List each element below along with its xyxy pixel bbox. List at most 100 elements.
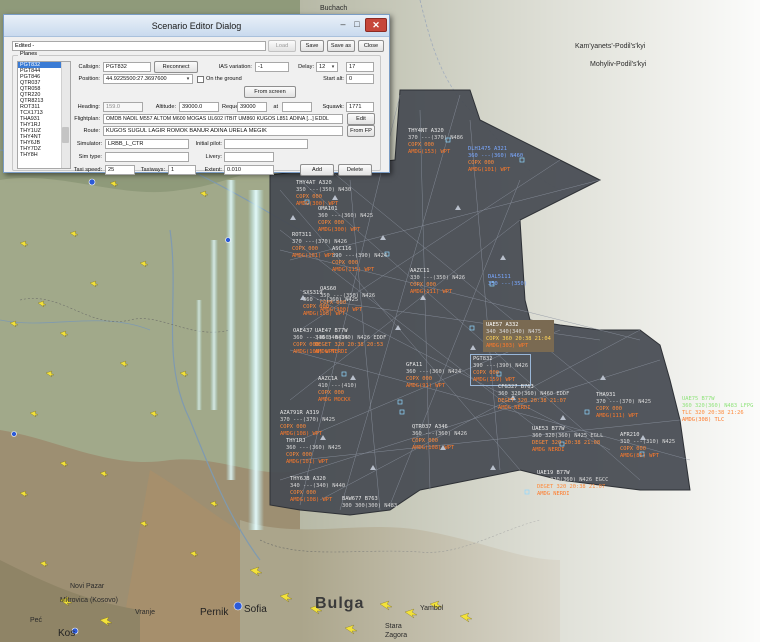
squawk-input[interactable]: 1771 — [346, 102, 374, 112]
sim-type-input[interactable] — [105, 152, 189, 162]
simulator-label: Simulator: — [76, 141, 102, 147]
radar-tag-line: ROT311 — [292, 232, 312, 238]
close-icon[interactable]: ✕ — [365, 18, 387, 32]
radar-tag-t14[interactable]: UAE53 B77W 360 320(360) N425 EGLL DEGET 32… — [532, 426, 603, 454]
radar-tag-sel[interactable]: UAE57 A332 340 340(340) N475 COPX 360 20:3… — [483, 320, 554, 352]
radar-tag-line: AMDG(108) WPT — [303, 311, 346, 317]
radar-tag-t7[interactable]: PGT832 390 ---(390) N426 COPX 000 AMDG(159)… — [470, 354, 532, 386]
city-label-novi-pazar: Novi Pazar — [70, 583, 105, 590]
maximize-icon[interactable]: □ — [351, 18, 363, 32]
save-as-button[interactable]: Save as — [327, 40, 355, 52]
city-label-kosovo: Mitrovica (Kosovo) — [60, 597, 118, 604]
title-bar[interactable]: Scenario Editor Dialog – □ ✕ — [4, 15, 389, 37]
radar-tag-line: PGT832 — [473, 356, 493, 362]
at-label: at — [273, 104, 278, 110]
livery-input[interactable] — [224, 152, 274, 162]
from-fp-button[interactable]: From FP — [347, 125, 375, 137]
radar-tag-t22[interactable]: SXS319 360 ---(360) N425 COPX 000 AMDG(108)… — [303, 290, 358, 318]
radar-tag-t20[interactable]: OAE437 360 ---(360) N425 COPX 000 AMDG(108)… — [293, 328, 348, 356]
radar-tag-line: THY1RJ — [286, 438, 306, 444]
radar-tag-line: COPX 000 — [293, 342, 319, 348]
reconnect-button[interactable]: Reconnect — [154, 61, 198, 73]
plane-list-scroll-thumb[interactable] — [62, 127, 69, 143]
radar-tag-line: 370 ---(370) N425 — [596, 399, 652, 405]
radar-tag-line: DAL5111 — [488, 274, 511, 280]
city-label-pernik: Pernik — [200, 607, 229, 618]
radar-tag-line: 370 ---(370) N486 — [408, 135, 464, 141]
radar-tag-t19[interactable]: THY6JB A320 340 ---(340) N440 COPX 000 AMDG… — [290, 476, 345, 504]
radar-tag-line: 330 ---(350) N426 — [410, 275, 466, 281]
from-screen-button[interactable]: From screen — [244, 86, 296, 98]
radar-tag-uae75[interactable]: UAE75 B77W 360 320(360) N483 LFPG TLC 320 … — [682, 396, 753, 424]
route-input[interactable]: KUGOS SUGUL LAGIR ROMOK BANUR ADINA UREL… — [103, 126, 343, 136]
radar-tag-line: 390 ---(390) N426 — [473, 363, 529, 369]
radar-tag-line: 350 ---(350) — [488, 281, 527, 287]
radar-tag-line: AMDG(91) WPT — [406, 383, 445, 389]
plane-list-scrollbar[interactable] — [61, 62, 70, 168]
on-the-ground-checkbox[interactable] — [197, 76, 204, 83]
status-field: Edited - — [12, 41, 266, 51]
radar-tag-t12[interactable]: AZA791R A319 370 ---(370) N425 COPX 000 AMD… — [280, 410, 335, 438]
ias-variation-label: IAS variation: — [218, 64, 252, 70]
radar-tag-t4[interactable]: AAZC11 330 ---(350) N426 COPX 000 AMDG(111)… — [410, 268, 465, 296]
radar-tag-line: 360 ---(360) N424 — [406, 369, 462, 375]
altitude-input[interactable]: 39000.0 — [179, 102, 219, 112]
requested-alt-input[interactable]: 39000 — [237, 102, 267, 112]
radar-tag-line: 370 ---(370) N426 — [292, 239, 348, 245]
radar-tag-t15[interactable]: AFR210 310 ---(310) N425 COPX 000 AMDG(85) … — [620, 432, 675, 460]
radar-tag-line: COPX 000 — [286, 452, 312, 458]
radar-tag-t8[interactable]: GFA11 360 ---(360) N424 COPX 000 AMDG(91) W… — [406, 362, 461, 390]
altitude-label: Altitude: — [155, 104, 176, 110]
radar-tag-line: COPX 000 — [412, 438, 438, 444]
radar-tag-line: UAE75 B77W — [682, 396, 715, 402]
radar-tag-line: UAE57 A332 — [486, 322, 519, 328]
radar-tag-line: COPX 000 — [332, 260, 358, 266]
radar-tag-t1[interactable]: THY4AT A320 350 ---(350) N430 COPX 000 AMDG… — [296, 180, 351, 208]
chevron-down-icon[interactable]: ▾ — [329, 63, 337, 71]
sim-type-label: Sim type: — [78, 154, 102, 160]
extent-input[interactable]: 0.010 — [224, 165, 274, 175]
radar-tag-t17[interactable]: BAW677 B763 300 300(300) N483 — [342, 496, 397, 510]
heading-input[interactable]: 159.0 — [103, 102, 143, 112]
radar-tag-dlh1475[interactable]: DLH1475 A321 360 ---(360) N460 COPX 000 AMD… — [468, 146, 523, 174]
load-button[interactable]: Load — [268, 40, 296, 52]
radar-tag-t10[interactable]: CFG327 B763 360 320(360) N460 EDDF DEGET 3… — [498, 384, 569, 412]
radar-tag-t21[interactable]: ROT311 370 ---(370) N426 COPX 000 AMDG(101)… — [292, 232, 347, 260]
edit-button[interactable]: Edit — [347, 113, 375, 125]
taxi-speed-input[interactable]: 25 — [105, 165, 135, 175]
requested-at-input[interactable] — [282, 102, 312, 112]
planes-legend: Planes — [18, 51, 40, 57]
add-button[interactable]: Add — [300, 164, 334, 176]
simulator-input[interactable]: LRBB_L_CTR — [105, 139, 189, 149]
flightplan-input[interactable]: OMDB NADIL M557 ALTOM M600 MOGAS UL602 I… — [103, 114, 343, 124]
radar-tag-line: AMDG(153) WPT — [408, 149, 451, 155]
delete-button[interactable]: Delete — [338, 164, 372, 176]
radar-tag-t2[interactable]: OMA101 360 ---(360) N425 COPX 000 AMDG(300)… — [318, 206, 373, 234]
save-button[interactable]: Save — [300, 40, 324, 52]
initial-pilot-input[interactable] — [224, 139, 308, 149]
radar-tag-line: AMDG(101) WPT — [468, 167, 511, 173]
start-alt-input[interactable]: 0 — [346, 74, 374, 84]
chevron-down-icon[interactable]: ▾ — [184, 75, 192, 83]
minimize-icon[interactable]: – — [337, 18, 349, 32]
city-label-pec: Peć — [30, 617, 43, 624]
radar-tag-t16[interactable]: UAE19 B77W 360 320(360) N426 EGCC DEGET 32… — [537, 470, 608, 498]
radar-tag-line: AMDG NERDI — [498, 405, 531, 411]
radar-tag-t23[interactable]: DAL5111 350 ---(350) — [488, 274, 527, 288]
radar-tag-t18[interactable]: THY1RJ 360 ---(360) N425 COPX 000 AMDG(101)… — [286, 438, 341, 466]
position-select[interactable]: 44.9225500:27.3697600 — [103, 74, 193, 84]
radar-tag-line: UAE53 B77W — [532, 426, 565, 432]
radar-tag-line: AMDG NERDI — [532, 447, 565, 453]
ias-variation-input[interactable]: -1 — [255, 62, 289, 72]
radar-tag-t11[interactable]: THA931 370 ---(370) N425 COPX 000 AMDG(111)… — [596, 392, 651, 420]
radar-tag-thy4nt[interactable]: THY4NT A320 370 ---(370) N486 COPX 000 AMDG… — [408, 128, 463, 156]
radar-tag-line: UAE19 B77W — [537, 470, 570, 476]
taxiways-input[interactable]: 1 — [168, 165, 196, 175]
close-button[interactable]: Close — [358, 40, 384, 52]
extent-label: Extent: — [204, 167, 222, 173]
delay-input[interactable]: 17 — [346, 62, 374, 72]
city-label-kos: Kos — [58, 628, 75, 639]
callsign-input[interactable]: PGT832 — [103, 62, 151, 72]
radar-tag-t13[interactable]: QTR037 A346 360 ---(360) N426 COPX 000 AMDG… — [412, 424, 467, 452]
radar-tag-t9[interactable]: AAZC1A 410 ---(410) COPX 000 AMDG MOCKX — [318, 376, 357, 404]
